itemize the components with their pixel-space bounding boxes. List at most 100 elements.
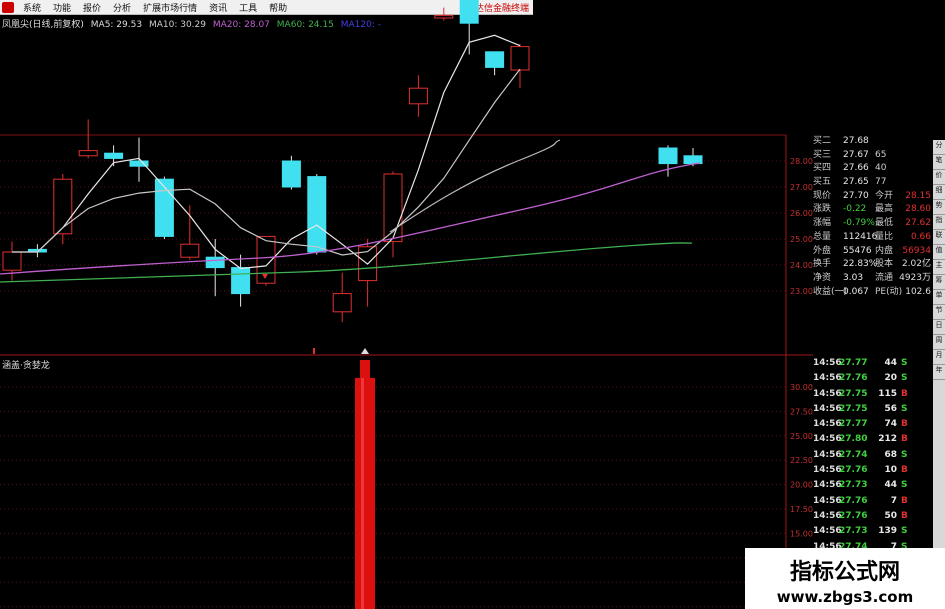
- side-tab[interactable]: 值: [933, 245, 945, 260]
- side-tab[interactable]: 周: [933, 335, 945, 350]
- tick-d: B: [901, 495, 908, 506]
- tick-p: 27.75: [839, 403, 868, 414]
- quote-label-2: 65: [875, 149, 887, 160]
- candle-body: [459, 0, 479, 24]
- quote-value: 22.83%: [843, 259, 878, 270]
- ma60-line: [0, 242, 693, 283]
- candle-body: [231, 267, 251, 295]
- price-tick: 27.00: [790, 183, 813, 192]
- tick-row[interactable]: 14:56 27.76 20 S: [813, 371, 931, 386]
- tick-row[interactable]: 14:56 27.80 212 B: [813, 432, 931, 447]
- quote-row: 涨跌 -0.22 最高 28.60: [813, 203, 931, 217]
- quote-row: 净资 3.03 流通 4923万: [813, 272, 931, 286]
- indicator-tick: 17.50: [790, 505, 813, 514]
- indicator-tick: 30.00: [790, 383, 813, 392]
- candle-body: [434, 14, 454, 19]
- kline-chart[interactable]: 28.00 27.00 26.00 25.00 24.00 23.00 30.00 27.50…: [0, 0, 813, 609]
- candle-body: [205, 256, 225, 269]
- tick-d: B: [901, 465, 908, 476]
- quote-label: 换手: [813, 259, 832, 270]
- side-tab[interactable]: 势: [933, 200, 945, 215]
- tick-p: 27.73: [839, 526, 868, 537]
- tick-row[interactable]: 14:56 27.77 44 S: [813, 356, 931, 371]
- indicator-tick: 20.00: [790, 481, 813, 490]
- signal-bar-highlight: [361, 378, 364, 609]
- tick-row[interactable]: 14:56 27.74 68 S: [813, 448, 931, 463]
- quote-value-2: 2.02亿: [901, 259, 931, 270]
- quote-label: 涨幅: [813, 218, 832, 229]
- quote-value: -0.79%: [843, 218, 875, 229]
- tick-t: 14:56: [813, 419, 842, 430]
- candle-body: [658, 147, 678, 165]
- quote-row: 收益(一) 0.067 PE(动) 102.6: [813, 286, 931, 300]
- side-tab[interactable]: 联: [933, 230, 945, 245]
- quote-row: 买二 27.68: [813, 135, 931, 149]
- tick-t: 14:56: [813, 403, 842, 414]
- tick-p: 27.73: [839, 480, 868, 491]
- quote-row: 买四 27.66 40: [813, 162, 931, 176]
- side-tab[interactable]: 细: [933, 185, 945, 200]
- tick-row[interactable]: 14:56 27.77 74 B: [813, 417, 931, 432]
- quote-value: 27.70: [843, 190, 869, 201]
- quote-row: 总量 112416 量比 0.66: [813, 231, 931, 245]
- quote-label: 买二: [813, 136, 832, 146]
- quote-value-2: 28.60: [905, 204, 931, 215]
- candle-body: [408, 87, 428, 105]
- candle-body: [2, 251, 22, 271]
- quote-label: 外盘: [813, 245, 832, 256]
- tick-p: 27.75: [839, 388, 868, 399]
- quote-label: 总量: [813, 231, 832, 242]
- quote-value-2: 4923万: [899, 272, 931, 283]
- ma20-line: [0, 162, 701, 275]
- tick-d: B: [901, 388, 908, 399]
- tick-d: S: [901, 449, 908, 460]
- quote-value-2: 56934: [902, 245, 931, 256]
- side-tab[interactable]: 笔: [933, 155, 945, 170]
- quote-label-2: 内盘: [875, 245, 894, 256]
- tick-row[interactable]: 14:56 27.73 44 S: [813, 478, 931, 493]
- side-tab[interactable]: 月: [933, 350, 945, 365]
- indicator-tick: 25.00: [790, 432, 813, 441]
- quote-value-2: 0.66: [910, 231, 931, 242]
- quote-label-2: 77: [875, 177, 887, 188]
- tick-row[interactable]: 14:56 27.76 50 B: [813, 509, 931, 524]
- side-tab[interactable]: 单: [933, 290, 945, 305]
- side-tab[interactable]: 分: [933, 140, 945, 155]
- quote-value: 3.03: [843, 272, 864, 283]
- side-tabs[interactable]: 分笔价细势指联值主筹单节日周月年: [933, 140, 945, 550]
- quote-row: 换手 22.83% 股本 2.02亿: [813, 258, 931, 272]
- quote-row: 涨幅 -0.79% 最低 27.62: [813, 217, 931, 231]
- side-tab[interactable]: 指: [933, 215, 945, 230]
- side-tab[interactable]: 主: [933, 260, 945, 275]
- signal-bar: [355, 378, 375, 609]
- side-tab[interactable]: 筹: [933, 275, 945, 290]
- side-tab[interactable]: 日: [933, 320, 945, 335]
- tick-row[interactable]: 14:56 27.73 139 S: [813, 524, 931, 539]
- side-tab[interactable]: 年: [933, 365, 945, 380]
- indicator-title: 涵盖·贪婪龙: [2, 361, 50, 371]
- quote-value: -0.22: [843, 204, 867, 215]
- tick-row[interactable]: 14:56 27.76 7 B: [813, 494, 931, 509]
- quote-value: 27.68: [843, 136, 869, 146]
- quote-label-2: 量比: [875, 231, 894, 242]
- quote-label: 现价: [813, 190, 832, 201]
- tick-d: S: [901, 403, 908, 414]
- side-tab[interactable]: 价: [933, 170, 945, 185]
- tick-v: 50: [884, 510, 897, 521]
- tick-p: 27.76: [839, 495, 868, 506]
- quote-row: 现价 27.70 今开 28.15: [813, 190, 931, 204]
- tick-row[interactable]: 14:56 27.76 10 B: [813, 463, 931, 478]
- tick-v: 68: [884, 449, 897, 460]
- tick-v: 10: [884, 465, 897, 476]
- tick-row[interactable]: 14:56 27.75 115 B: [813, 387, 931, 402]
- tick-row[interactable]: 14:56 27.75 56 S: [813, 402, 931, 417]
- tick-t: 14:56: [813, 388, 842, 399]
- candle-body: [510, 46, 530, 71]
- quote-label-2: 最低: [875, 218, 894, 229]
- tick-p: 27.74: [839, 449, 868, 460]
- candle-body: [332, 293, 352, 313]
- tick-v: 7: [890, 495, 897, 506]
- tick-v: 139: [878, 526, 897, 537]
- quote-value-2: 102.6: [905, 286, 931, 297]
- side-tab[interactable]: 节: [933, 305, 945, 320]
